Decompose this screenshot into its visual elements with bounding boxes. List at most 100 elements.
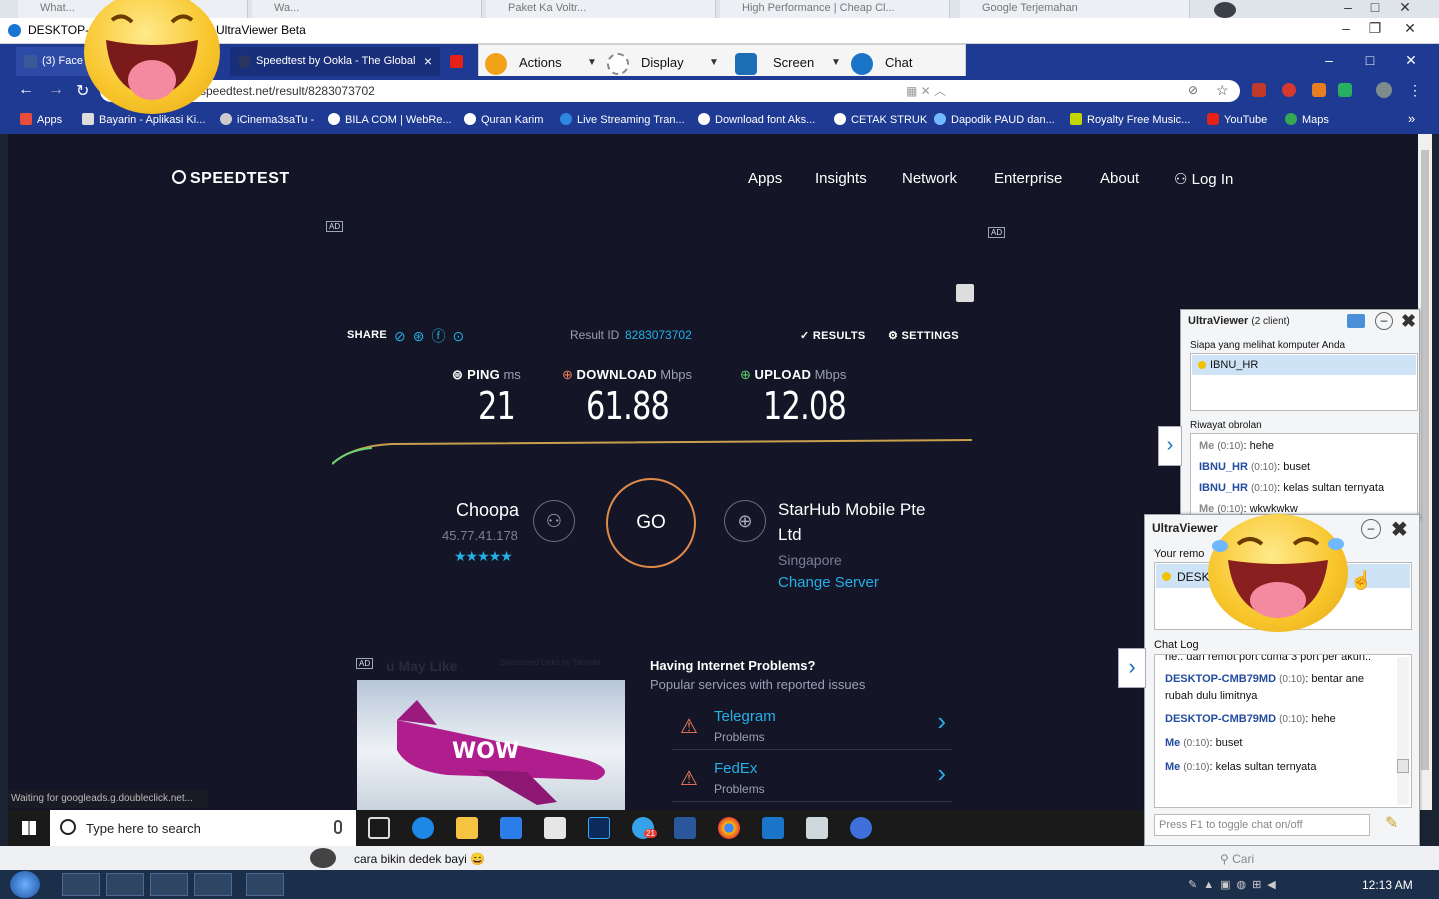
host-tab[interactable]: High Performance | Cheap Cl... [720, 0, 950, 18]
taskbar-app[interactable] [62, 873, 100, 896]
bookmark[interactable]: Royalty Free Music... [1070, 113, 1190, 126]
bookmark[interactable]: iCinema3saTu - [220, 113, 314, 126]
mail-icon[interactable] [544, 817, 566, 839]
minimize-icon[interactable]: – [1361, 519, 1381, 539]
airplane-ad-image[interactable]: WOW [357, 680, 625, 810]
share-icons[interactable]: ⊘⊛ⓕ⊙ [394, 326, 471, 346]
nav-insights[interactable]: Insights [815, 170, 867, 187]
extension-icon[interactable]: ⊘ [1188, 83, 1198, 97]
task-view-icon[interactable] [368, 817, 390, 839]
scrollbar-thumb[interactable] [1421, 150, 1429, 770]
host-tab[interactable]: Wa... [252, 0, 482, 18]
host-tab[interactable]: Paket Ka Voltr... [486, 0, 716, 18]
back-icon[interactable]: ← [18, 81, 34, 99]
host-search[interactable]: ⚲ Cari [1220, 852, 1254, 866]
chrome-minimize-icon[interactable]: – [1316, 50, 1342, 70]
profile-avatar[interactable] [1376, 82, 1392, 98]
nav-about[interactable]: About [1100, 170, 1139, 187]
bookmark[interactable]: Download font Aks... [698, 113, 815, 126]
system-tray-icons[interactable]: ✎▲▣◍⊞◀ [1188, 878, 1282, 891]
nav-apps[interactable]: Apps [748, 170, 782, 187]
chrome-icon[interactable] [106, 873, 144, 896]
extension-icon[interactable] [1252, 83, 1266, 97]
uv-maximize-icon[interactable]: ❐ [1362, 18, 1388, 38]
collapse-chat-icon[interactable]: › [1158, 426, 1182, 466]
app-icon[interactable] [850, 817, 872, 839]
viewer-item[interactable]: IBNU_HR [1192, 355, 1416, 375]
chat-scrollbar[interactable] [1397, 657, 1409, 805]
problem-row-fedex[interactable]: ⚠ FedEx Problems › [672, 752, 952, 802]
star-icon[interactable]: ☆ [1216, 82, 1229, 99]
problem-row-telegram[interactable]: ⚠ Telegram Problems › [672, 700, 952, 750]
windows-start-icon[interactable] [22, 821, 36, 835]
settings-button[interactable]: ⚙ SETTINGS [888, 329, 959, 342]
telegram-icon[interactable]: 21 [632, 817, 657, 839]
screen-icon[interactable] [1347, 314, 1365, 328]
new-tab-icon[interactable] [1214, 2, 1236, 18]
more-bookmarks-icon[interactable]: » [1408, 111, 1415, 126]
taskbar-app[interactable] [150, 873, 188, 896]
word-icon[interactable] [674, 817, 696, 839]
chat-input[interactable]: Press F1 to toggle chat on/off [1154, 814, 1370, 836]
scaling-icons[interactable]: ▦ ✕ ︿ [906, 82, 946, 99]
extension-icon[interactable] [1312, 83, 1326, 97]
address-bar[interactable]: speedtest.net/result/8283073702 ▦ ✕ ︿ ⊘ … [100, 80, 1240, 102]
page-scrollbar[interactable] [1418, 134, 1432, 810]
viewer-name: IBNU_HR [1210, 359, 1259, 371]
host-minimize-icon[interactable]: – [1335, 0, 1361, 17]
attach-icon[interactable]: ✎ [1385, 813, 1398, 833]
app-icon[interactable] [806, 817, 828, 839]
store-icon[interactable] [500, 817, 522, 839]
uv-close-icon[interactable]: ✕ [1397, 18, 1423, 38]
ad-info-icon[interactable] [956, 284, 974, 302]
results-button[interactable]: ✓ RESULTS [800, 329, 866, 342]
host-tab[interactable]: Google Terjemahan [960, 0, 1190, 18]
go-button[interactable]: GO [606, 478, 696, 568]
scrollbar-thumb[interactable] [1397, 759, 1409, 773]
bookmark[interactable]: Quran Karim [464, 113, 543, 126]
ultraviewer-icon[interactable] [194, 873, 232, 896]
chrome-maximize-icon[interactable]: □ [1357, 50, 1383, 70]
minimize-icon[interactable]: – [1375, 312, 1393, 330]
ultraviewer-icon[interactable] [762, 817, 784, 839]
bookmark[interactable]: YouTube [1207, 113, 1267, 126]
chat-history[interactable]: Me (0:10): hehe IBNU_HR (0:10): buset IB… [1190, 433, 1418, 519]
close-icon[interactable]: ✖ [1391, 517, 1408, 542]
change-server-link[interactable]: Change Server [778, 574, 879, 591]
chrome-close-icon[interactable]: ✕ [1398, 50, 1424, 70]
chrome-icon[interactable] [718, 817, 740, 839]
file-explorer-icon[interactable] [456, 817, 478, 839]
collapse-chat-icon[interactable]: › [1118, 648, 1146, 688]
bookmark[interactable]: Live Streaming Tran... [560, 113, 685, 126]
forward-icon[interactable]: → [48, 81, 64, 99]
close-icon[interactable]: ✖ [1401, 311, 1416, 332]
extension-icon[interactable] [1338, 83, 1352, 97]
nav-enterprise[interactable]: Enterprise [994, 170, 1062, 187]
bookmark[interactable]: CETAK STRUK [834, 113, 927, 126]
bookmark[interactable]: Bayarin - Aplikasi Ki... [82, 113, 205, 126]
nav-network[interactable]: Network [902, 170, 957, 187]
taskbar-search[interactable]: Type here to search [50, 810, 356, 846]
menu-icon[interactable]: ⋮ [1408, 82, 1422, 99]
extension-icon[interactable] [1282, 83, 1296, 97]
chat-log[interactable]: he.. dan remot port cuma 3 port per akun… [1154, 654, 1412, 808]
tab-close-icon[interactable]: × [424, 53, 432, 69]
bookmark[interactable]: Apps [20, 113, 62, 126]
host-close-icon[interactable]: ✕ [1392, 0, 1418, 17]
bookmark[interactable]: Maps [1285, 113, 1329, 126]
nav-login[interactable]: ⚇ Log In [1174, 170, 1233, 188]
edge-icon[interactable] [412, 817, 434, 839]
tab-youtube[interactable] [444, 47, 478, 76]
folder-icon[interactable] [246, 873, 284, 896]
uv-minimize-icon[interactable]: – [1333, 18, 1359, 38]
speedtest-logo[interactable]: SPEEDTEST [172, 170, 290, 188]
bookmark[interactable]: Dapodik PAUD dan... [934, 113, 1055, 126]
result-id-link[interactable]: 8283073702 [625, 328, 692, 342]
bookmark[interactable]: BILA COM | WebRe... [328, 113, 452, 126]
photoshop-icon[interactable] [588, 817, 610, 839]
settings-label: SETTINGS [901, 330, 959, 342]
tab-speedtest[interactable]: Speedtest by Ookla - The Global × [230, 47, 440, 76]
microphone-icon[interactable] [334, 820, 342, 834]
windows-start-icon[interactable] [10, 871, 40, 898]
host-maximize-icon[interactable]: □ [1362, 0, 1388, 17]
